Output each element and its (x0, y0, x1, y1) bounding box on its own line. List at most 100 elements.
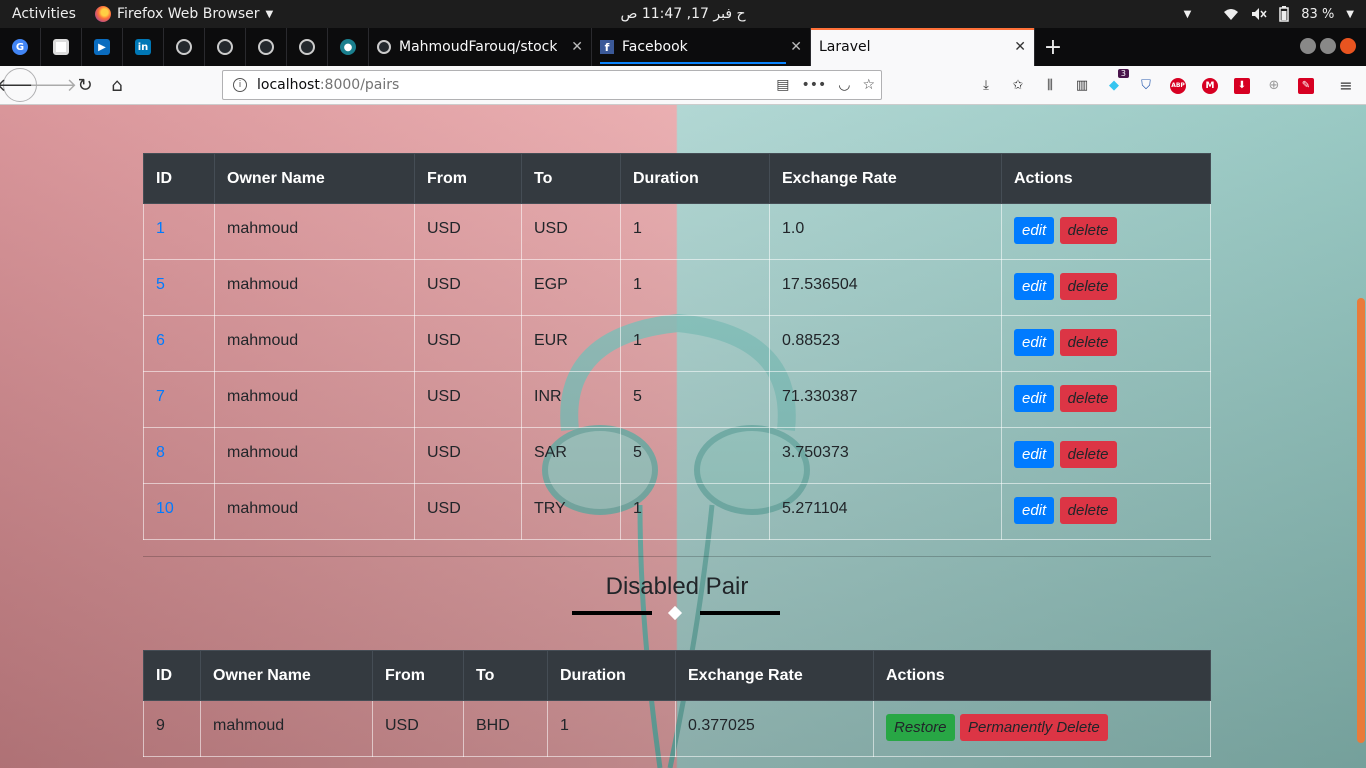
pair-id-link[interactable]: 1 (156, 220, 165, 237)
tab-laravel[interactable]: Laravel ✕ (811, 28, 1035, 66)
section-divider (143, 556, 1211, 557)
delete-button[interactable]: delete (1059, 385, 1117, 412)
pinned-tab-page[interactable] (41, 28, 82, 66)
tab-github-stock[interactable]: MahmoudFarouq/stock ✕ (369, 28, 592, 66)
table-row: 8 mahmoud USD SAR 5 3.750373 edit delete (143, 427, 1211, 484)
delete-button[interactable]: delete (1059, 497, 1117, 524)
column-header-to: To (463, 650, 548, 701)
pinned-tab-github-3[interactable] (246, 28, 287, 66)
home-button[interactable]: ⌂ (101, 69, 133, 101)
app-name: Firefox Web Browser (117, 6, 260, 22)
page-scrollbar[interactable] (1356, 105, 1366, 768)
pair-id-link[interactable]: 10 (156, 500, 174, 517)
reload-button[interactable]: ↻ (69, 69, 101, 101)
close-icon[interactable]: ✕ (1014, 39, 1026, 55)
edit-button[interactable]: edit (1014, 385, 1055, 412)
column-header-owner: Owner Name (200, 650, 373, 701)
forward-button[interactable]: 🡒 (29, 69, 77, 101)
pocket-icon[interactable]: ◡ (838, 77, 850, 93)
pinned-tab-github-2[interactable] (205, 28, 246, 66)
permanently-delete-button[interactable]: Permanently Delete (959, 714, 1108, 741)
to-cell: USD (521, 203, 621, 260)
slack-extension-icon[interactable]: ◆ 3 (1103, 68, 1129, 97)
reader-view-icon[interactable]: ▤ (776, 77, 789, 93)
close-icon[interactable]: ✕ (571, 39, 583, 55)
toolbar-right: ⤓ ✩ ⫼ ▥ ◆ 3 ⛉ ABP M ⬇ ⊕ ✎ ≡ (975, 66, 1357, 105)
pair-id-link[interactable]: 7 (156, 388, 165, 405)
battery-icon (1279, 6, 1290, 22)
library-icon[interactable]: ⫼ (1039, 75, 1061, 97)
maximize-icon[interactable] (1320, 38, 1336, 54)
table-row: 9 mahmoud USD BHD 1 0.377025 Restore Per… (143, 700, 1211, 757)
chevron-down-icon: ▼ (1346, 8, 1354, 20)
pinned-tab-video[interactable]: ▶ (82, 28, 123, 66)
download-helper-icon[interactable]: ⊕ (1263, 75, 1285, 97)
table-header-row: ID Owner Name From To Duration Exchange … (143, 650, 1211, 701)
edit-button[interactable]: edit (1014, 441, 1055, 468)
pair-id-link[interactable]: 5 (156, 276, 165, 293)
new-tab-button[interactable]: + (1035, 35, 1071, 60)
extension-icon: ● (340, 39, 356, 55)
privacy-badger-icon[interactable]: ⛉ (1135, 75, 1157, 97)
owner-cell: mahmoud (214, 315, 415, 372)
actions-cell: edit delete (1001, 427, 1211, 484)
pinned-tab-google[interactable]: G (0, 28, 41, 66)
table-row: 10 mahmoud USD TRY 1 5.271104 edit delet… (143, 483, 1211, 540)
from-cell: USD (414, 427, 522, 484)
pair-id-link[interactable]: 8 (156, 444, 165, 461)
rate-cell: 0.88523 (769, 315, 1002, 372)
pinned-tab-linkedin[interactable]: in (123, 28, 164, 66)
delete-button[interactable]: delete (1059, 217, 1117, 244)
home-icon: ⌂ (111, 74, 123, 96)
sidebar-icon[interactable]: ▥ (1071, 75, 1093, 97)
pair-id-link[interactable]: 6 (156, 332, 165, 349)
bookmarks-star-icon[interactable]: ✩ (1007, 75, 1029, 97)
owner-cell: mahmoud (214, 371, 415, 428)
to-cell: BHD (463, 700, 548, 757)
delete-button[interactable]: delete (1059, 329, 1117, 356)
pocket-save-icon[interactable]: ⬇ (1231, 75, 1253, 97)
table-row: 1 mahmoud USD USD 1 1.0 edit delete (143, 203, 1211, 260)
bookmark-star-icon[interactable]: ☆ (862, 77, 875, 93)
pinned-tab-github-4[interactable] (287, 28, 328, 66)
edit-button[interactable]: edit (1014, 217, 1055, 244)
scrollbar-thumb[interactable] (1357, 298, 1365, 743)
adblock-plus-icon[interactable]: ABP (1167, 75, 1189, 97)
system-top-bar: Activities Firefox Web Browser ▼ ح فبر 1… (0, 0, 1366, 28)
pinned-tab-extension[interactable]: ● (328, 28, 369, 66)
minimize-icon[interactable] (1300, 38, 1316, 54)
activities-button[interactable]: Activities (0, 6, 95, 22)
mega-logo-icon: M (1202, 77, 1218, 94)
window-controls (1300, 38, 1356, 54)
mega-icon[interactable]: M (1199, 75, 1221, 97)
url-bar[interactable]: i localhost:8000/pairs ▤ ••• ◡ ☆ (222, 70, 882, 100)
app-menu[interactable]: Firefox Web Browser ▼ (95, 6, 273, 22)
system-tray[interactable]: ▼ 83 % ▼ (1184, 0, 1354, 28)
hamburger-menu-icon[interactable]: ≡ (1335, 75, 1357, 97)
tab-label: MahmoudFarouq/stock (399, 39, 558, 55)
edit-button[interactable]: edit (1014, 497, 1055, 524)
color-picker-icon[interactable]: ✎ (1295, 75, 1317, 97)
column-header-rate: Exchange Rate (675, 650, 874, 701)
owner-cell: mahmoud (214, 259, 415, 316)
page-content: ID Owner Name From To Duration Exchange … (0, 105, 1366, 768)
edit-button[interactable]: edit (1014, 329, 1055, 356)
tab-facebook[interactable]: f Facebook ✕ (592, 28, 811, 66)
info-icon[interactable]: i (233, 78, 247, 92)
edit-button[interactable]: edit (1014, 273, 1055, 300)
close-window-icon[interactable] (1340, 38, 1356, 54)
delete-button[interactable]: delete (1059, 441, 1117, 468)
chevron-down-icon: ▼ (265, 8, 274, 20)
table-row: 5 mahmoud USD EGP 1 17.536504 edit delet… (143, 259, 1211, 316)
disabled-pairs-table: ID Owner Name From To Duration Exchange … (143, 650, 1211, 757)
duration-cell: 1 (620, 315, 770, 372)
pinned-tab-github-1[interactable] (164, 28, 205, 66)
to-cell: EGP (521, 259, 621, 316)
rate-cell: 3.750373 (769, 427, 1002, 484)
download-icon[interactable]: ⤓ (975, 75, 997, 97)
delete-button[interactable]: delete (1059, 273, 1117, 300)
restore-button[interactable]: Restore (886, 714, 955, 741)
close-icon[interactable]: ✕ (790, 39, 802, 55)
more-actions-icon[interactable]: ••• (801, 77, 826, 93)
save-to-icon: ⬇ (1234, 77, 1250, 94)
